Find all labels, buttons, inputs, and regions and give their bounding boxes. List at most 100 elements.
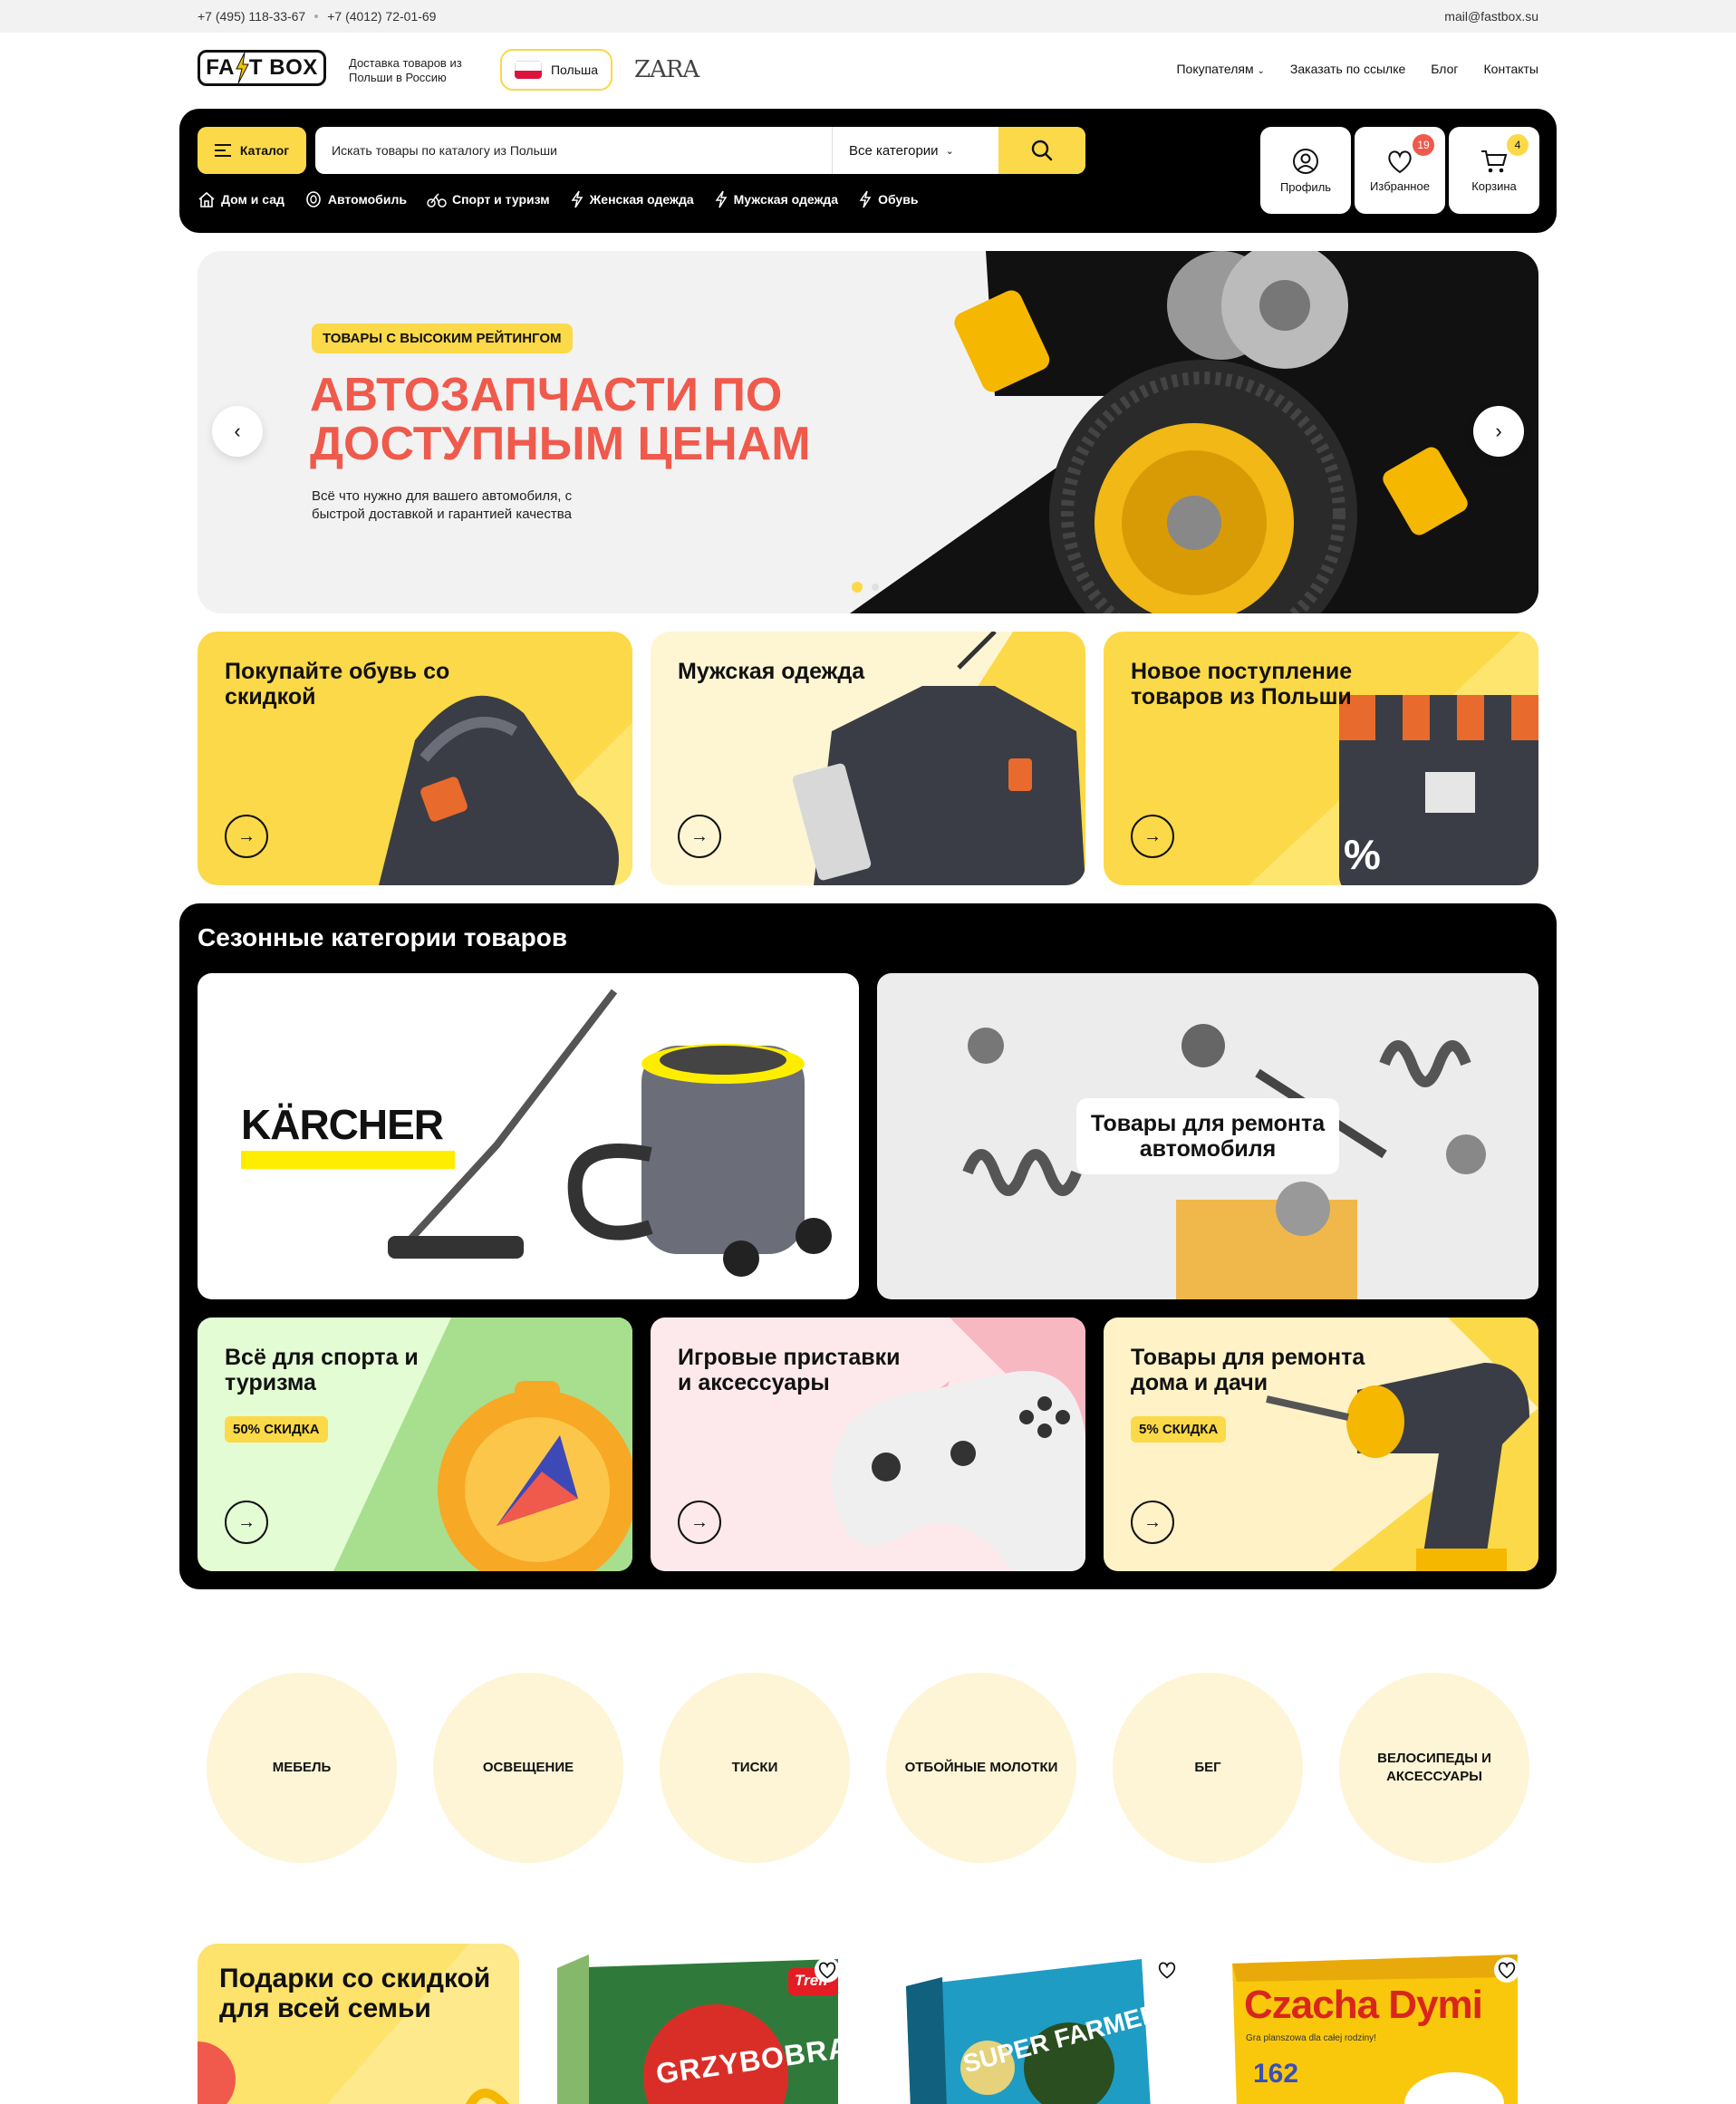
favorites-button[interactable]: 19 Избранное (1355, 127, 1445, 214)
site-logo[interactable]: FA T BOX (198, 50, 326, 86)
product-card[interactable]: Trefl GRZYBOBRANIE (548, 1950, 856, 2104)
logo-text-start: FA (206, 55, 235, 80)
nav-buyers[interactable]: Покупателям ⌄ (1176, 62, 1264, 76)
pagination-dot[interactable] (852, 582, 863, 593)
gifts-title: Подарки со скидкой для всей семьи (219, 1964, 491, 2023)
promo-arrow-button[interactable]: → (1131, 815, 1174, 858)
catalog-label: Каталог (239, 143, 290, 158)
product-box-title: Czacha Dymi (1244, 1983, 1483, 2027)
quick-link-home[interactable]: Дом и сад (198, 190, 285, 208)
lightning-icon (859, 190, 872, 208)
section-title: Сезонные категории товаров (198, 923, 568, 951)
phones: +7 (495) 118-33-67 +7 (4012) 72-01-69 (198, 9, 436, 24)
round-category[interactable]: ОСВЕЩЕНИЕ (433, 1673, 623, 1863)
country-selector[interactable]: Польша (500, 49, 612, 91)
page: +7 (495) 118-33-67 +7 (4012) 72-01-69 ma… (0, 0, 1736, 2104)
search-icon (1031, 140, 1053, 161)
promo-card-new-arrivals[interactable]: % Новое поступление товаров из Польши → (1104, 632, 1538, 885)
season-card-arrow-button[interactable]: → (225, 1501, 268, 1544)
round-category[interactable]: ВЕЛОСИПЕДЫ И АКСЕССУАРЫ (1339, 1673, 1529, 1863)
arrow-right-icon: → (690, 825, 709, 846)
promo-card-men[interactable]: Мужская одежда → (651, 632, 1085, 885)
profile-button[interactable]: Профиль (1260, 127, 1351, 214)
lightning-icon (571, 190, 583, 208)
category-select[interactable]: Все категории ⌄ (832, 127, 995, 174)
season-card-sport[interactable]: Всё для спорта и туризма 50% СКИДКА → (198, 1317, 632, 1571)
arrow-right-icon: → (1143, 825, 1162, 846)
hero-prev-button[interactable]: ‹ (212, 406, 263, 457)
percent-sign-icon: % (1344, 831, 1381, 878)
house-icon (198, 191, 215, 208)
header: FA T BOX Доставка товаров из Польши в Ро… (198, 33, 1538, 107)
hero-next-button[interactable]: › (1473, 406, 1524, 457)
quick-link-shoes[interactable]: Обувь (858, 190, 918, 208)
nav-contacts[interactable]: Контакты (1484, 62, 1538, 76)
quick-link-women[interactable]: Женская одежда (570, 190, 694, 208)
catalog-button[interactable]: Каталог (198, 127, 306, 174)
pagination-dot[interactable] (872, 584, 879, 591)
nav-blog[interactable]: Блог (1431, 62, 1458, 76)
promo-arrow-button[interactable]: → (225, 815, 268, 858)
cart-icon (1481, 150, 1508, 172)
auto-repair-card[interactable]: Товары для ремонта автомобиля (877, 973, 1538, 1299)
season-card-title: Товары для ремонта дома и дачи (1131, 1345, 1365, 1395)
heart-icon (1388, 150, 1412, 173)
partner-logo[interactable]: ZARA (634, 56, 699, 83)
seasonal-categories: Сезонные категории товаров KÄRCHER Товар… (179, 903, 1557, 1589)
round-category[interactable]: ТИСКИ (660, 1673, 850, 1863)
season-card-home-repair[interactable]: Товары для ремонта дома и дачи 5% СКИДКА… (1104, 1317, 1538, 1571)
bicycle-icon (427, 193, 447, 208)
hero-pagination (852, 582, 879, 593)
chevron-down-icon: ⌄ (1257, 66, 1265, 76)
product-box-subtitle: Gra planszowa dla całej rodziny! (1246, 2033, 1376, 2043)
quick-link-auto[interactable]: Автомобиль (304, 190, 407, 208)
profile-label: Профиль (1279, 179, 1332, 194)
search-input[interactable]: Искать товары по каталогу из Польши (332, 143, 557, 158)
product-card[interactable]: Czacha Dymi Gra planszowa dla całej rodz… (1228, 1950, 1536, 2104)
round-categories: МЕБЕЛЬ ОСВЕЩЕНИЕ ТИСКИ ОТБОЙНЫЕ МОЛОТКИ … (207, 1673, 1529, 1863)
user-icon (1293, 148, 1318, 174)
hero-banner: ТОВАРЫ С ВЫСОКИМ РЕЙТИНГОМ АВТОЗАПЧАСТИ … (198, 251, 1538, 613)
favorite-toggle[interactable] (815, 1957, 840, 1983)
season-card-arrow-button[interactable]: → (678, 1501, 721, 1544)
cart-button[interactable]: 4 Корзина (1449, 127, 1539, 214)
product-box-number: 162 (1253, 2059, 1299, 2089)
round-category[interactable]: МЕБЕЛЬ (207, 1673, 397, 1863)
hero-title: АВТОЗАПЧАСТИ ПО ДОСТУПНЫМ ЦЕНАМ (310, 369, 811, 470)
chevron-right-icon: › (1495, 420, 1502, 442)
main-nav: Покупателям ⌄ Заказать по ссылке Блог Ко… (1176, 62, 1538, 76)
season-card-title: Всё для спорта и туризма (225, 1345, 419, 1395)
lightning-icon (236, 53, 249, 83)
round-category[interactable]: ОТБОЙНЫЕ МОЛОТКИ (886, 1673, 1076, 1863)
karcher-brand-card[interactable]: KÄRCHER (198, 973, 859, 1299)
season-card-arrow-button[interactable]: → (1131, 1501, 1174, 1544)
favorite-toggle[interactable] (1494, 1957, 1519, 1983)
promo-title: Покупайте обувь со скидкой (225, 659, 450, 709)
search-button[interactable] (998, 127, 1085, 174)
menu-icon (214, 144, 231, 157)
email-link[interactable]: mail@fastbox.su (1444, 9, 1538, 24)
quick-link-sport[interactable]: Спорт и туризм (427, 190, 550, 208)
poland-flag-icon (514, 61, 542, 79)
heart-icon (1158, 1962, 1176, 1979)
gifts-promo-card[interactable]: Подарки со скидкой для всей семьи (198, 1944, 519, 2104)
round-category[interactable]: БЕГ (1113, 1673, 1303, 1863)
search-toolbar: Каталог Искать товары по каталогу из Пол… (179, 109, 1557, 233)
hero-tag: ТОВАРЫ С ВЫСОКИМ РЕЙТИНГОМ (312, 323, 573, 353)
product-card[interactable]: SUPER FARMER (888, 1950, 1196, 2104)
phone-link-2[interactable]: +7 (4012) 72-01-69 (327, 9, 436, 24)
favorite-toggle[interactable] (1154, 1957, 1180, 1983)
nav-order-by-link[interactable]: Заказать по ссылке (1290, 62, 1405, 76)
promo-arrow-button[interactable]: → (678, 815, 721, 858)
promo-title: Новое поступление товаров из Польши (1131, 659, 1353, 709)
site-tagline: Доставка товаров из Польши в Россию (349, 56, 462, 84)
season-card-gaming[interactable]: Игровые приставки и аксессуары → (651, 1317, 1085, 1571)
cart-count-badge: 4 (1507, 134, 1529, 156)
phone-link-1[interactable]: +7 (495) 118-33-67 (198, 9, 305, 24)
favorites-label: Избранное (1370, 179, 1430, 193)
auto-repair-label: Товары для ремонта автомобиля (1076, 1098, 1339, 1174)
quick-links: Дом и сад Автомобиль Спорт и туризм Женс… (198, 190, 918, 208)
quick-link-men[interactable]: Мужская одежда (714, 190, 838, 208)
promo-card-shoes[interactable]: Покупайте обувь со скидкой → (198, 632, 632, 885)
arrow-right-icon: → (1143, 1511, 1162, 1532)
